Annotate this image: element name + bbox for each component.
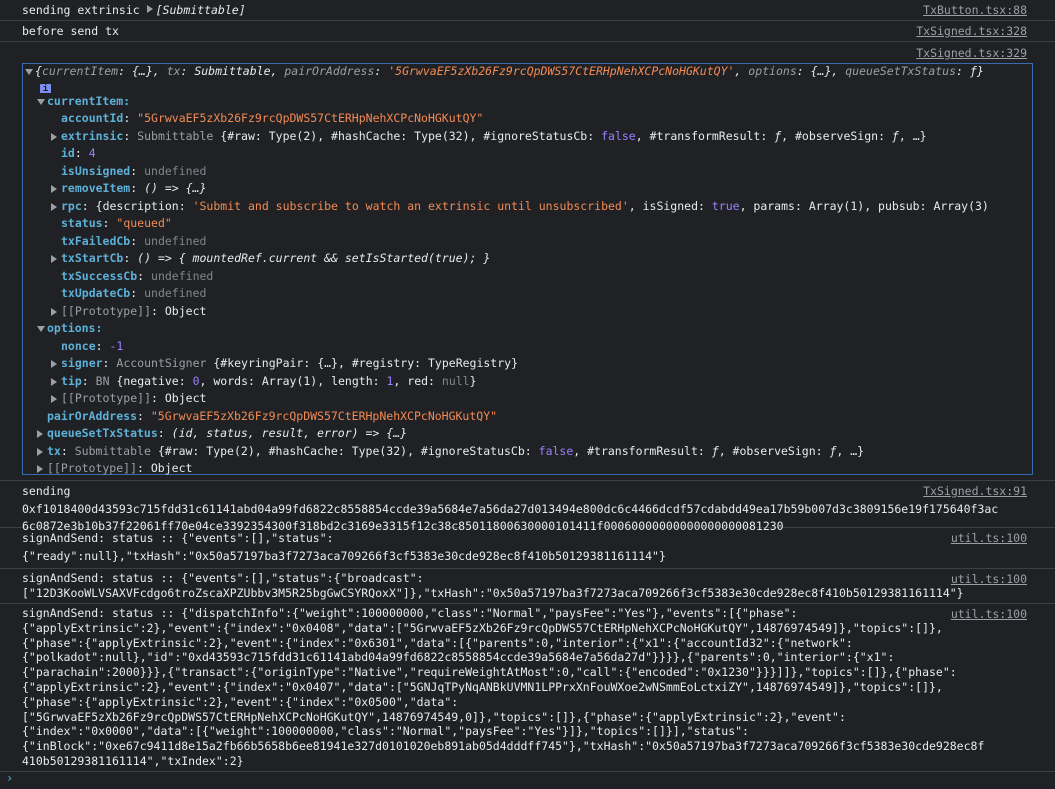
- tree-prop-txSuccessCb: txSuccessCb: undefined: [61, 268, 214, 283]
- tree-node-currentItem[interactable]: currentItem:: [23, 93, 1032, 111]
- console-message: sending 0xf1018400d43593c715fdd31c61141a…: [0, 481, 1055, 533]
- console-message: sending extrinsic [Submittable] TxButton…: [0, 0, 1055, 21]
- tree-prop-signer[interactable]: signer: AccountSigner {#keyringPair: {…}…: [23, 355, 1032, 373]
- expand-triangle-icon[interactable]: [51, 185, 57, 193]
- source-link[interactable]: TxSigned.tsx:329: [916, 45, 1027, 63]
- console-message: signAndSend: status :: {"events":[],"sta…: [0, 569, 1055, 604]
- expand-triangle-icon[interactable]: [51, 360, 57, 368]
- expand-triangle-icon[interactable]: [51, 255, 57, 263]
- devtools-console: sending extrinsic [Submittable] TxButton…: [0, 0, 1055, 789]
- console-message: before send tx TxSigned.tsx:328: [0, 21, 1055, 42]
- expand-triangle-icon[interactable]: [37, 430, 43, 438]
- collapse-triangle-icon[interactable]: [37, 326, 45, 332]
- console-prompt-icon[interactable]: ›: [6, 770, 13, 788]
- source-link[interactable]: util.ts:100: [951, 571, 1027, 589]
- message-value[interactable]: [Submittable]: [156, 3, 246, 17]
- object-summary[interactable]: {currentItem: {…}, tx: Submittable, pair…: [23, 63, 1032, 81]
- message-text: signAndSend: status :: {"events":[],"sta…: [22, 531, 666, 563]
- message-text: signAndSend: status :: {"events":[],"sta…: [22, 571, 964, 600]
- tree-prop-txFailedCb: txFailedCb: undefined: [61, 233, 207, 248]
- source-link[interactable]: TxSigned.tsx:328: [916, 23, 1027, 41]
- collapse-triangle-icon[interactable]: [25, 69, 33, 75]
- message-text: sending extrinsic: [22, 3, 147, 17]
- expand-triangle-icon[interactable]: [51, 202, 57, 211]
- object-tree: {currentItem: {…}, tx: Submittable, pair…: [22, 63, 1033, 475]
- tree-prop-extrinsic[interactable]: extrinsic: Submittable {#raw: Type(2), #…: [23, 128, 1032, 146]
- tree-node-options[interactable]: options:: [23, 320, 1032, 338]
- tree-prop-txStartCb[interactable]: txStartCb: () => { mountedRef.current &&…: [23, 250, 1032, 268]
- expand-triangle-icon[interactable]: [51, 395, 57, 403]
- tree-prop-pairOrAddress: pairOrAddress: "5GrwvaEF5zXb26Fz9rcQpDWS…: [47, 408, 498, 423]
- expand-triangle-icon[interactable]: [146, 5, 153, 13]
- tree-prop-tip[interactable]: tip: BN {negative: 0, words: Array(1), l…: [23, 373, 1032, 391]
- tree-prop-tx[interactable]: tx: Submittable {#raw: Type(2), #hashCac…: [23, 443, 1032, 461]
- tree-prop-root-prototype[interactable]: [[Prototype]]: Object: [23, 460, 1032, 478]
- console-message: signAndSend: status :: {"events":[],"sta…: [0, 528, 1055, 569]
- tree-prop-prototype[interactable]: [[Prototype]]: Object: [23, 390, 1032, 408]
- console-message: signAndSend: status :: {"dispatchInfo":{…: [0, 604, 1055, 772]
- tree-prop-queueSetTxStatus[interactable]: queueSetTxStatus: (id, status, result, e…: [23, 425, 1032, 443]
- expand-triangle-icon[interactable]: [51, 132, 57, 141]
- expand-triangle-icon[interactable]: [37, 465, 43, 473]
- source-link[interactable]: TxButton.tsx:88: [923, 2, 1027, 20]
- tree-prop-id: id: 4: [61, 146, 96, 160]
- collapse-triangle-icon[interactable]: [37, 98, 45, 105]
- source-link[interactable]: util.ts:100: [951, 530, 1027, 548]
- tree-prop-nonce: nonce: -1: [61, 338, 124, 353]
- tree-prop-isUnsigned: isUnsigned: undefined: [61, 163, 207, 178]
- message-text: signAndSend: status :: {"dispatchInfo":{…: [22, 606, 985, 768]
- tree-prop-rpc[interactable]: rpc: {description: 'Submit and subscribe…: [23, 198, 1032, 216]
- tree-prop-removeItem[interactable]: removeItem: () => {…}: [23, 180, 1032, 198]
- message-text: before send tx: [22, 24, 119, 38]
- expand-triangle-icon[interactable]: [51, 307, 57, 316]
- tree-prop-accountId: accountId: "5GrwvaEF5zXb26Fz9rcQpDWS57Ct…: [61, 111, 484, 125]
- source-link[interactable]: TxSigned.tsx:91: [923, 483, 1027, 501]
- tree-prop-prototype[interactable]: [[Prototype]]: Object: [23, 303, 1032, 321]
- info-icon[interactable]: i: [40, 83, 51, 93]
- tree-prop-txUpdateCb: txUpdateCb: undefined: [61, 286, 207, 300]
- source-link[interactable]: util.ts:100: [951, 606, 1027, 624]
- expand-triangle-icon[interactable]: [51, 377, 57, 386]
- expand-triangle-icon[interactable]: [37, 447, 43, 456]
- tree-prop-status: status: "queued": [61, 216, 172, 230]
